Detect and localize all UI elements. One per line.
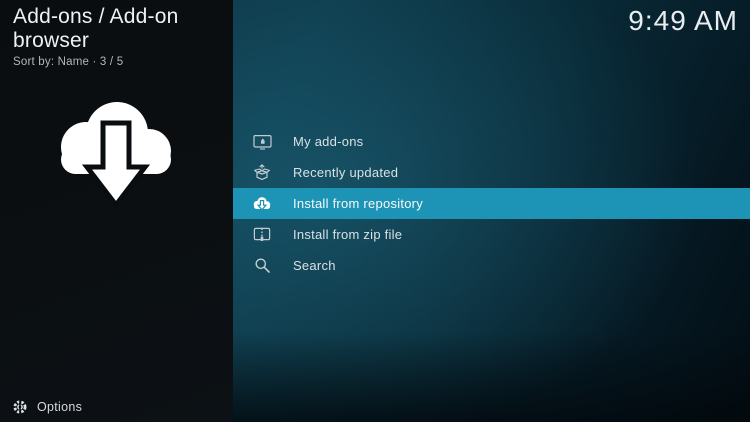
page-title: Add-ons / Add-on browser xyxy=(13,5,179,52)
options-label: Options xyxy=(37,400,83,414)
header: Add-ons / Add-on browser Sort by: Name ·… xyxy=(13,5,233,68)
recently-updated-icon xyxy=(252,164,272,181)
menu-item-install-from-repository[interactable]: Install from repository xyxy=(233,188,750,219)
kodi-addon-browser-screen: 9:49 AM My add-ons Recently updated Inst… xyxy=(0,0,750,422)
menu-item-label: Search xyxy=(293,258,336,273)
search-icon xyxy=(252,257,272,274)
menu-item-recently-updated[interactable]: Recently updated xyxy=(233,157,750,188)
menu-item-label: Recently updated xyxy=(293,165,399,180)
sort-status: Sort by: Name · 3 / 5 xyxy=(13,56,124,68)
menu-item-search[interactable]: Search xyxy=(233,250,750,281)
options-gear-icon xyxy=(12,399,28,415)
options-button[interactable]: Options xyxy=(12,399,82,415)
menu-item-label: My add-ons xyxy=(293,134,364,149)
zip-file-icon xyxy=(252,226,272,243)
menu-item-my-addons[interactable]: My add-ons xyxy=(233,126,750,157)
addon-browser-menu: My add-ons Recently updated Install from… xyxy=(233,126,750,281)
cloud-download-icon xyxy=(252,195,272,212)
sidebar: Add-ons / Add-on browser Sort by: Name ·… xyxy=(0,0,233,422)
cloud-download-artwork xyxy=(50,95,180,215)
my-addons-icon xyxy=(252,133,272,150)
menu-item-label: Install from zip file xyxy=(293,227,403,242)
menu-item-label: Install from repository xyxy=(293,196,424,211)
clock: 9:49 AM xyxy=(628,5,738,36)
menu-item-install-from-zip-file[interactable]: Install from zip file xyxy=(233,219,750,250)
